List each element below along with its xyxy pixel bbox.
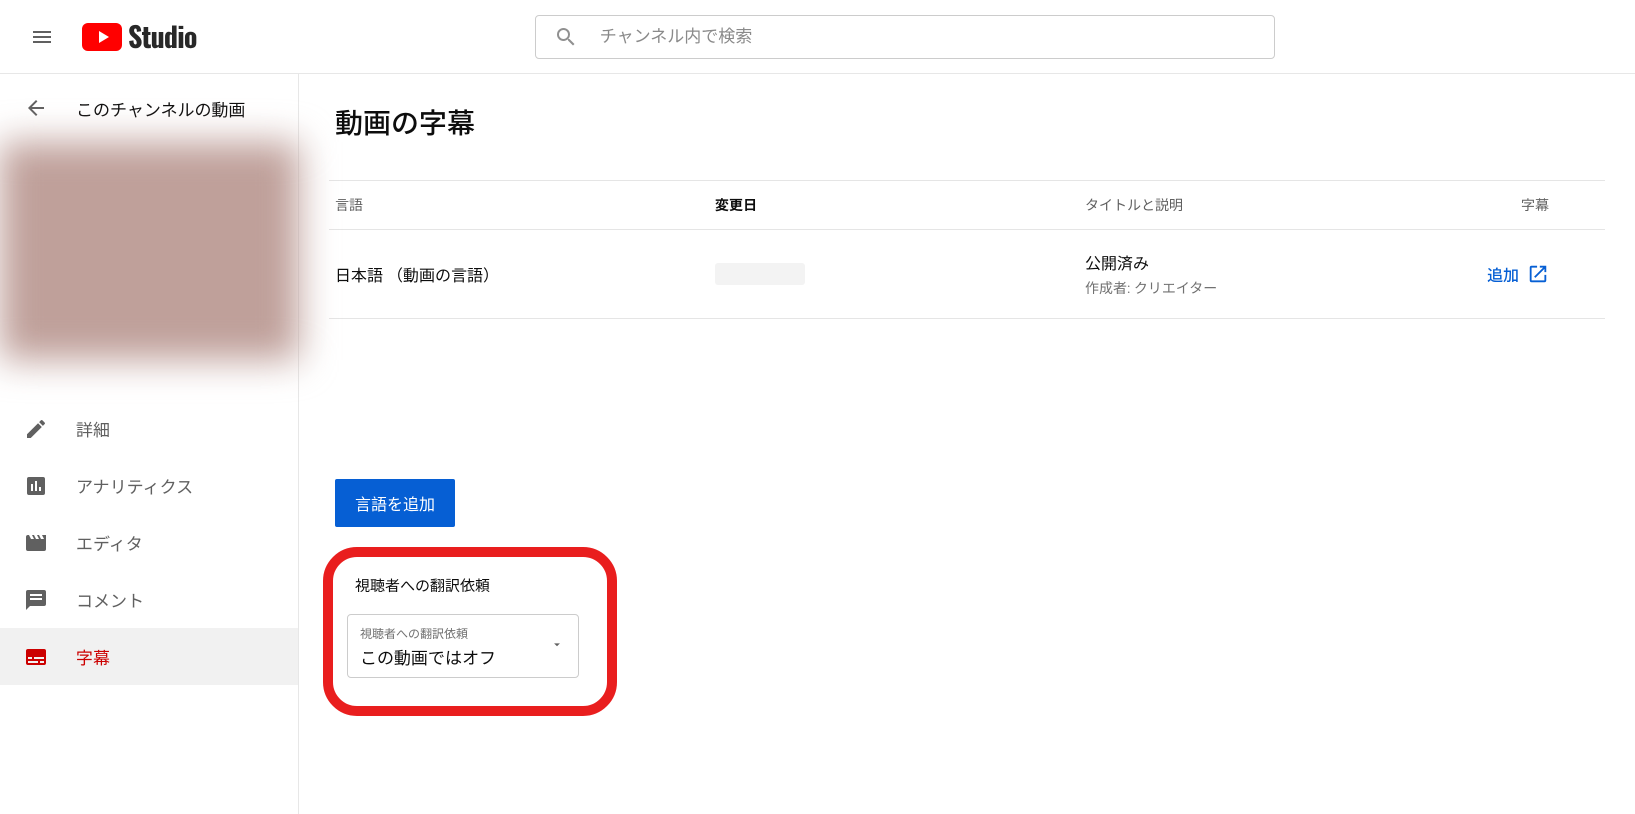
main-content: 動画の字幕 言語 変更日 タイトルと説明 字幕 日本語 （動画の言語） 公開済み… — [299, 74, 1635, 814]
hamburger-icon — [30, 25, 54, 49]
nav-label: 詳細 — [76, 416, 110, 441]
select-float-label: 視聴者への翻訳依頼 — [360, 625, 566, 642]
sidebar-item-editor[interactable]: エディタ — [0, 514, 298, 571]
open-in-new-icon — [1527, 263, 1549, 285]
arrow-left-icon — [24, 96, 48, 120]
column-header-title-desc: タイトルと説明 — [1085, 195, 1455, 215]
row-title-desc-status: 公開済み 作成者: クリエイター — [1085, 250, 1455, 298]
add-subtitles-link[interactable]: 追加 — [1487, 262, 1549, 286]
nav-label: 字幕 — [76, 644, 110, 669]
page-body: このチャンネルの動画 詳細 アナリティクス エディタ コメント 字幕 動画の字幕… — [0, 74, 1635, 814]
back-label: このチャンネルの動画 — [76, 96, 246, 121]
column-header-language: 言語 — [335, 195, 715, 215]
row-language-name: 日本語 （動画の言語） — [335, 262, 715, 286]
row-modified-date — [715, 263, 1085, 285]
row-subtitles-cell: 追加 — [1455, 262, 1599, 286]
search-box[interactable] — [535, 15, 1275, 59]
add-subtitles-label: 追加 — [1487, 262, 1519, 286]
analytics-icon — [24, 474, 48, 498]
youtube-play-icon — [82, 23, 122, 51]
community-contribution-highlight: 視聴者への翻訳依頼 視聴者への翻訳依頼 この動画ではオフ — [323, 547, 617, 716]
nav-label: アナリティクス — [76, 473, 193, 498]
community-heading: 視聴者への翻訳依頼 — [347, 575, 579, 596]
community-contribution-select[interactable]: 視聴者への翻訳依頼 この動画ではオフ — [347, 614, 579, 678]
select-value: この動画ではオフ — [360, 644, 566, 669]
redacted-date — [715, 263, 805, 285]
add-language-button[interactable]: 言語を追加 — [335, 479, 455, 527]
nav-label: コメント — [76, 587, 144, 612]
column-header-subtitles: 字幕 — [1455, 195, 1599, 215]
sidebar-item-subtitles[interactable]: 字幕 — [0, 628, 298, 685]
title-author-text: 作成者: クリエイター — [1085, 278, 1455, 298]
page-title: 動画の字幕 — [329, 102, 1605, 142]
title-status-text: 公開済み — [1085, 250, 1455, 274]
back-to-channel-videos[interactable]: このチャンネルの動画 — [0, 74, 298, 142]
search-input[interactable] — [600, 27, 1256, 47]
chevron-down-icon — [550, 637, 564, 656]
hamburger-menu-button[interactable] — [22, 17, 62, 57]
comment-icon — [24, 588, 48, 612]
search-container — [535, 15, 1275, 59]
sidebar-item-details[interactable]: 詳細 — [0, 400, 298, 457]
language-row: 日本語 （動画の言語） 公開済み 作成者: クリエイター 追加 — [329, 230, 1605, 319]
sidebar-item-analytics[interactable]: アナリティクス — [0, 457, 298, 514]
nav-label: エディタ — [76, 530, 143, 555]
sidebar-item-comments[interactable]: コメント — [0, 571, 298, 628]
sidebar: このチャンネルの動画 詳細 アナリティクス エディタ コメント 字幕 — [0, 74, 299, 814]
youtube-studio-logo[interactable]: Studio — [82, 16, 197, 57]
logo-text: Studio — [128, 16, 197, 57]
table-header-row: 言語 変更日 タイトルと説明 字幕 — [329, 180, 1605, 230]
pencil-icon — [24, 417, 48, 441]
topbar: Studio — [0, 0, 1635, 74]
video-thumbnail-blurred — [0, 142, 299, 360]
column-header-modified[interactable]: 変更日 — [715, 195, 1085, 215]
editor-icon — [24, 531, 48, 555]
subtitles-icon — [24, 645, 48, 669]
search-icon — [554, 25, 578, 49]
